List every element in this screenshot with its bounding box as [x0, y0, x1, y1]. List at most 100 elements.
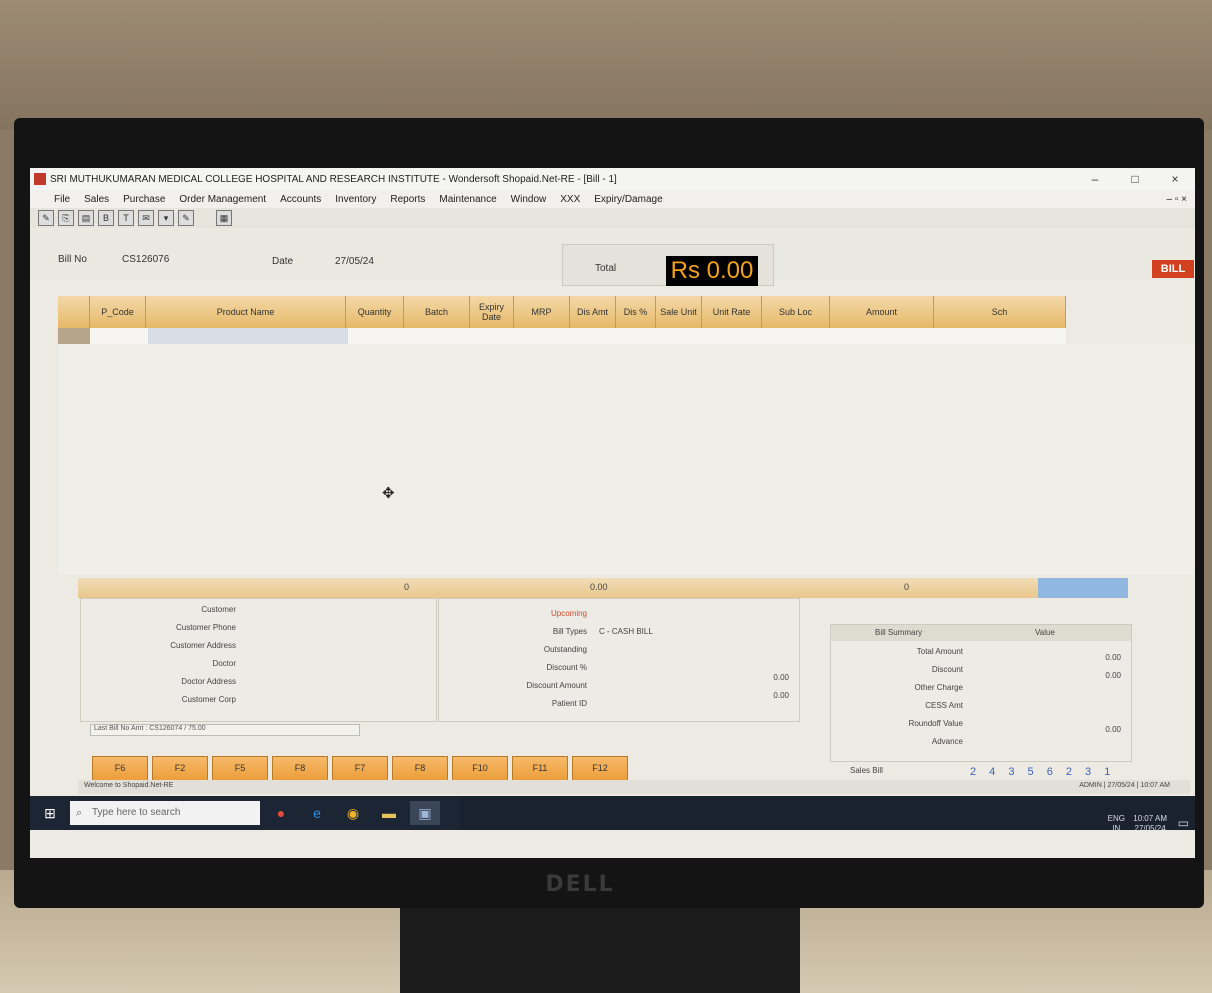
copy-icon[interactable]: ⎘	[58, 210, 74, 226]
tray-date: 27/05/24	[1134, 824, 1166, 833]
dropdown-icon[interactable]: ▾	[158, 210, 174, 226]
grid-body[interactable]	[58, 344, 1195, 574]
menu-xxx[interactable]: XXX	[560, 194, 580, 205]
monitor-brand-logo: DELL	[545, 872, 615, 897]
search-icon: ⌕	[76, 807, 83, 819]
outstanding-label: Outstanding	[543, 645, 587, 654]
col-mrp[interactable]: MRP	[514, 296, 570, 328]
bill-tag: BILL	[1152, 260, 1194, 278]
menu-maintenance[interactable]: Maintenance	[439, 194, 496, 205]
row-selector[interactable]	[58, 328, 90, 344]
page-number-links[interactable]: 2 4 3 5 6 2 3 1	[970, 766, 1115, 778]
tray-language-code: ENG	[1107, 814, 1125, 823]
advance-label: Advance	[931, 737, 963, 746]
menu-sales[interactable]: Sales	[84, 194, 109, 205]
bill-no-label: Bill No	[58, 254, 87, 265]
qty-total: 0	[404, 582, 410, 592]
col-batch[interactable]: Batch	[404, 296, 470, 328]
customer-label: Customer	[201, 605, 236, 614]
discount-value: 0.00	[1105, 671, 1121, 680]
grid-icon[interactable]: ▦	[216, 210, 232, 226]
grid-header: P_Code Product Name Quantity Batch Expir…	[58, 296, 1066, 328]
col-expiry-date[interactable]: Expiry Date	[470, 296, 514, 328]
windows-taskbar: ⊞ ⌕ Type here to search ● e ◉ ▬ ▣	[30, 796, 1195, 830]
col-amount[interactable]: Amount	[830, 296, 934, 328]
col-sch[interactable]: Sch	[934, 296, 1066, 328]
col-sub-loc[interactable]: Sub Loc	[762, 296, 830, 328]
discount-pct-label: Discount %	[546, 663, 587, 672]
menu-order-management[interactable]: Order Management	[179, 194, 266, 205]
discount-amount-label: Discount Amount	[526, 681, 587, 690]
amount-total: 0.00	[590, 582, 608, 592]
shopaid-app-icon[interactable]: ▣	[410, 801, 440, 825]
col-dis-amt[interactable]: Dis Amt	[570, 296, 616, 328]
menu-reports[interactable]: Reports	[390, 194, 425, 205]
col-quantity[interactable]: Quantity	[346, 296, 404, 328]
menu-file[interactable]: File	[54, 194, 70, 205]
bold-icon[interactable]: B	[98, 210, 114, 226]
doctor-label: Doctor	[212, 659, 236, 668]
col-product-name[interactable]: Product Name	[146, 296, 346, 328]
bill-header: Bill No CS126076 Date 27/05/24 Total	[30, 230, 1195, 286]
discount-pct-value[interactable]: 0.00	[773, 673, 789, 682]
col-unit-rate[interactable]: Unit Rate	[702, 296, 762, 328]
windows-start-icon[interactable]: ⊞	[30, 805, 70, 822]
notification-icon[interactable]: ▭	[1178, 816, 1189, 830]
monitor-stand	[400, 908, 800, 993]
maximize-button[interactable]: □	[1115, 172, 1155, 186]
menu-inventory[interactable]: Inventory	[335, 194, 376, 205]
col-sale-unit[interactable]: Sale Unit	[656, 296, 702, 328]
grid-row-selector-header	[58, 296, 90, 328]
mail-icon[interactable]: ✉	[138, 210, 154, 226]
total-amount-label: Total Amount	[916, 647, 963, 656]
bill-types-select[interactable]: C - CASH BILL	[599, 627, 653, 636]
pen-icon[interactable]: ✎	[178, 210, 194, 226]
menu-purchase[interactable]: Purchase	[123, 194, 165, 205]
customer-panel: Customer Customer Phone Customer Address…	[80, 598, 437, 722]
cess-amt-label: CESS Amt	[925, 701, 963, 710]
grid-empty-row[interactable]	[58, 328, 1066, 345]
date-value[interactable]: 27/05/24	[335, 256, 374, 267]
close-button[interactable]: ×	[1155, 172, 1195, 186]
tray-language-region: IN	[1112, 824, 1121, 833]
bill-summary-header: Bill Summary Value	[831, 625, 1131, 641]
other-charge-label: Other Charge	[914, 683, 963, 692]
edit-icon[interactable]: ✎	[38, 210, 54, 226]
text-icon[interactable]: T	[118, 210, 134, 226]
toolbar: ✎ ⎘ ▤ B T ✉ ▾ ✎ ▦	[30, 208, 1195, 228]
search-placeholder: Type here to search	[92, 807, 181, 818]
background-wall	[0, 0, 1212, 130]
sales-bill-label: Sales Bill	[850, 766, 883, 775]
taskbar-search-input[interactable]: ⌕ Type here to search	[70, 801, 260, 825]
totals-highlight	[1038, 578, 1128, 598]
monitor-screen: SRI MUTHUKUMARAN MEDICAL COLLEGE HOSPITA…	[30, 168, 1195, 858]
edge-icon[interactable]: e	[302, 801, 332, 825]
menu-expiry-damage[interactable]: Expiry/Damage	[594, 194, 662, 205]
window-title: SRI MUTHUKUMARAN MEDICAL COLLEGE HOSPITA…	[50, 173, 617, 185]
menu-accounts[interactable]: Accounts	[280, 194, 321, 205]
tray-language[interactable]: ENG IN	[1108, 814, 1125, 834]
app-pinned-icon[interactable]: ●	[266, 801, 296, 825]
app-icon	[34, 173, 46, 185]
doctor-address-label: Doctor Address	[181, 677, 236, 686]
mdi-window-controls[interactable]: – ▫ ×	[1166, 194, 1187, 205]
list-icon[interactable]: ▤	[78, 210, 94, 226]
discount-amount-value[interactable]: 0.00	[773, 691, 789, 700]
customer-address-label: Customer Address	[170, 641, 236, 650]
tray-time: 10:07 AM	[1133, 814, 1167, 823]
bill-no-value[interactable]: CS126076	[122, 254, 169, 265]
window-titlebar: SRI MUTHUKUMARAN MEDICAL COLLEGE HOSPITA…	[30, 168, 1195, 190]
col-p-code[interactable]: P_Code	[90, 296, 146, 328]
chrome-icon[interactable]: ◉	[338, 801, 368, 825]
col-dis-pct[interactable]: Dis %	[616, 296, 656, 328]
menu-window[interactable]: Window	[511, 194, 547, 205]
mouse-cursor-icon: ✥	[382, 485, 395, 502]
sch-total: 0	[904, 582, 910, 592]
file-explorer-icon[interactable]: ▬	[374, 801, 404, 825]
product-name-cell[interactable]	[148, 328, 348, 344]
customer-phone-label: Customer Phone	[175, 623, 236, 632]
minimize-button[interactable]: –	[1075, 172, 1115, 186]
customer-corp-label: Customer Corp	[181, 695, 236, 704]
roundoff-label: Roundoff Value	[908, 719, 963, 728]
tray-clock[interactable]: 10:07 AM 27/05/24	[1133, 814, 1167, 834]
